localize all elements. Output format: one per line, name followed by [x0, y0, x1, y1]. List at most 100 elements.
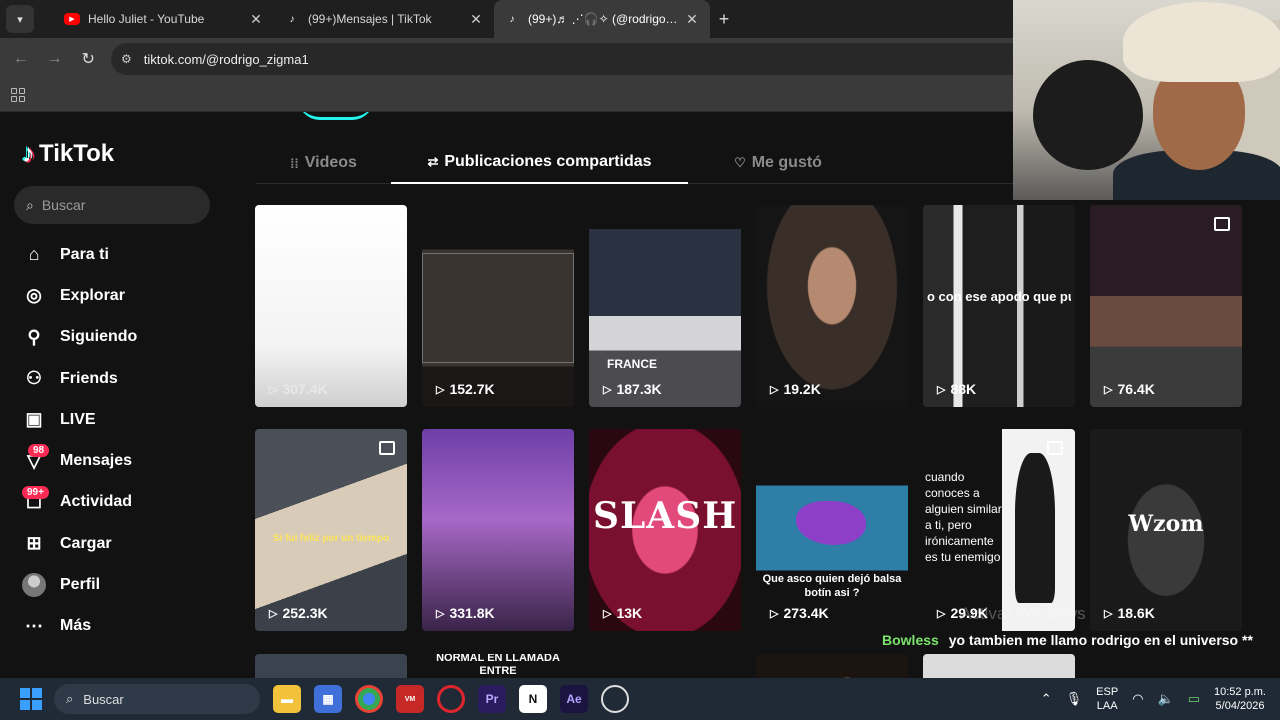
tab-me-gusto[interactable]: ♡ Me gustó: [688, 142, 868, 184]
tab-publicaciones-compartidas[interactable]: ⇄ Publicaciones compartidas: [391, 142, 688, 184]
video-thumbnail: [1015, 453, 1055, 603]
video-card[interactable]: NORMAL EN LLAMADA ENTRE: [422, 654, 574, 678]
chrome-icon[interactable]: [355, 685, 383, 713]
live-icon: ▣: [25, 409, 43, 430]
taskbar-search-input[interactable]: ⌕ Buscar: [54, 684, 260, 714]
notion-icon[interactable]: N: [519, 685, 547, 713]
notification-badge: 98: [28, 444, 50, 458]
tab-label: Me gustó: [751, 154, 822, 171]
search-icon: ⌕: [26, 196, 34, 213]
video-card[interactable]: SLASH ▷ 13K: [589, 429, 741, 631]
close-icon[interactable]: ✕: [248, 11, 264, 28]
photo-carousel-icon: [379, 441, 395, 455]
chevron-up-icon[interactable]: ⌃: [1041, 691, 1052, 707]
search-placeholder: Buscar: [41, 197, 86, 213]
opera-icon[interactable]: [437, 685, 465, 713]
play-icon: ▷: [770, 383, 779, 396]
notification-badge: 99+: [22, 485, 49, 499]
language-indicator[interactable]: ESP LAA: [1096, 685, 1118, 713]
liked-icon: ♡: [734, 155, 746, 170]
play-icon: ▷: [937, 383, 946, 396]
video-card[interactable]: [923, 654, 1075, 678]
video-caption: Que asco quien dejó balsa botín asi ?: [762, 573, 902, 599]
sidebar-item-label: Actividad: [60, 493, 133, 511]
browser-tab-youtube[interactable]: ▶ Hello Juliet - YouTube ✕: [54, 0, 274, 38]
sidebar-item-friends[interactable]: ⚇ Friends: [0, 358, 240, 399]
play-icon: ▷: [1104, 383, 1113, 396]
view-count: ▷ 18.6K: [1104, 605, 1155, 621]
reload-icon[interactable]: ↻: [71, 49, 105, 69]
url-text: tiktok.com/@rodrigo_zigma1: [143, 51, 309, 67]
webcam-overlay: [1013, 0, 1280, 200]
sidebar-item-para-ti[interactable]: ⌂ Para ti: [0, 234, 240, 275]
sidebar-item-mas[interactable]: ⋯ Más: [0, 606, 240, 647]
play-icon: ▷: [269, 383, 278, 396]
repost-icon: ⇄: [427, 154, 439, 169]
sidebar-item-label: Mensajes: [60, 452, 133, 470]
file-explorer-icon[interactable]: ▬: [273, 685, 301, 713]
video-card[interactable]: ▷ 152.7K: [422, 205, 574, 407]
avatar: [22, 573, 46, 598]
friends-icon: ⚇: [25, 368, 43, 389]
logo-text: TikTok: [39, 139, 115, 167]
sidebar-item-cargar[interactable]: ⊞ Cargar: [0, 523, 240, 564]
tab-search-button[interactable]: ▾: [6, 5, 34, 33]
store-icon[interactable]: ▦: [314, 685, 342, 713]
video-card[interactable]: [255, 654, 407, 678]
site-settings-icon[interactable]: ⚙: [121, 52, 132, 66]
more-icon: ⋯: [25, 615, 43, 636]
volume-icon[interactable]: 🔈: [1158, 691, 1174, 707]
new-tab-button[interactable]: +: [710, 9, 738, 30]
sidebar-item-mensajes[interactable]: ▽ 98 Mensajes: [0, 440, 240, 481]
after-effects-icon[interactable]: Ae: [560, 685, 588, 713]
view-count: ▷ 88K: [937, 381, 977, 397]
microphone-icon[interactable]: 🎙: [1066, 691, 1083, 707]
close-icon[interactable]: ✕: [468, 11, 484, 28]
sidebar-item-explorar[interactable]: ◎ Explorar: [0, 275, 240, 316]
clock[interactable]: 10:52 p.m. 5/04/2026: [1214, 685, 1266, 713]
back-icon[interactable]: ←: [4, 50, 38, 68]
video-card[interactable]: ▷ 19.2K: [756, 205, 908, 407]
tab-videos[interactable]: ⁞⁞ Videos: [256, 142, 391, 184]
video-card[interactable]: [756, 654, 908, 678]
tiktok-logo[interactable]: ♪ TikTok: [22, 138, 114, 169]
close-icon[interactable]: ✕: [684, 11, 700, 28]
sidebar: ♪ TikTok ⌕ Buscar ⌂ Para ti ◎ Explorar ⚲…: [0, 112, 240, 678]
sidebar-item-label: Para ti: [60, 245, 109, 263]
sidebar-nav: ⌂ Para ti ◎ Explorar ⚲ Siguiendo ⚇ Frien…: [0, 234, 240, 647]
windows-start-icon[interactable]: [20, 688, 42, 710]
voicemeeter-icon[interactable]: VM: [396, 685, 424, 713]
chat-text: yo tambien me llamo rodrigo en el univer…: [948, 632, 1253, 648]
sidebar-item-label: Siguiendo: [60, 328, 138, 346]
video-card[interactable]: cuando conoces a alguien similar a ti, p…: [923, 429, 1075, 631]
video-card[interactable]: ▷ 331.8K: [422, 429, 574, 631]
sidebar-item-actividad[interactable]: ☐ 99+ Actividad: [0, 482, 240, 523]
video-card[interactable]: o con ese apodo que pusieron y nunca lo …: [923, 205, 1075, 407]
video-card[interactable]: ▷ 76.4K: [1090, 205, 1242, 407]
view-count: ▷ 19.2K: [770, 381, 821, 397]
profile-tabs: ⁞⁞ Videos ⇄ Publicaciones compartidas ♡ …: [256, 142, 1016, 184]
compass-icon: ◎: [26, 285, 42, 306]
browser-tab-tiktok-messages[interactable]: ♪ (99+)Mensajes | TikTok ✕: [274, 0, 494, 38]
sidebar-item-live[interactable]: ▣ LIVE: [0, 399, 240, 440]
play-icon: ▷: [603, 383, 612, 396]
screen: ▾ ▶ Hello Juliet - YouTube ✕ ♪ (99+)Mens…: [0, 0, 1280, 720]
obs-icon[interactable]: [601, 685, 629, 713]
apps-icon[interactable]: [11, 88, 25, 102]
wifi-icon[interactable]: ◠: [1132, 691, 1143, 707]
video-card[interactable]: Que asco quien dejó balsa botín asi ? ▷ 2…: [756, 429, 908, 631]
profile-avatar-edge: [298, 112, 374, 120]
video-card[interactable]: ▷ 307.4K: [255, 205, 407, 407]
search-input[interactable]: ⌕ Buscar: [14, 186, 210, 224]
battery-icon[interactable]: ▭: [1188, 691, 1200, 707]
sidebar-item-perfil[interactable]: Perfil: [0, 564, 240, 605]
sidebar-item-siguiendo[interactable]: ⚲ Siguiendo: [0, 317, 240, 358]
video-card[interactable]: Wzom ▷ 18.6K: [1090, 429, 1242, 631]
video-card[interactable]: FRANCE ▷ 187.3K: [589, 205, 741, 407]
video-card[interactable]: Si fui feliz por un tiempo ▷ 252.3K: [255, 429, 407, 631]
play-icon: ▷: [937, 607, 946, 620]
chat-message: Bowless yo tambien me llamo rodrigo en e…: [882, 632, 1253, 648]
premiere-icon[interactable]: Pr: [478, 685, 506, 713]
browser-tab-tiktok-profile[interactable]: ♪ (99+)♬ ⋰🎧✧ (@rodrigo_zigma1) ✕: [494, 0, 710, 38]
forward-icon[interactable]: →: [38, 50, 72, 68]
